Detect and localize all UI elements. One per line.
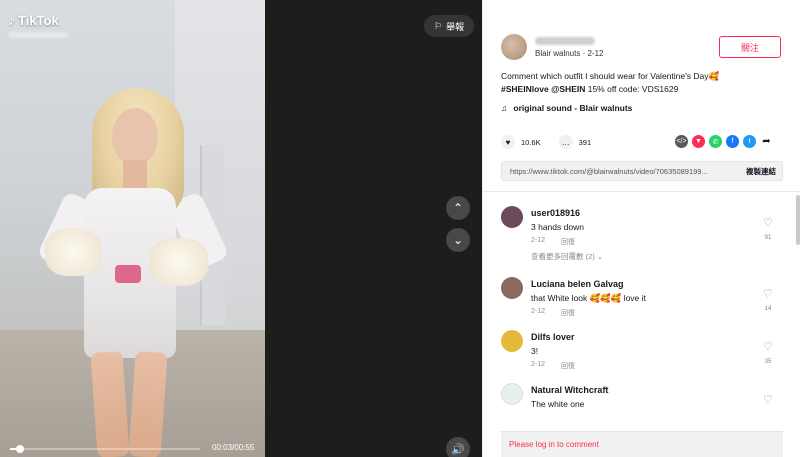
caption-line-2: 15% off code: VDS1629: [585, 84, 679, 94]
copy-link-button[interactable]: 複製連結: [746, 166, 776, 177]
report-label: 舉報: [446, 21, 465, 32]
comment-item: Natural Witchcraft The white one ♡: [501, 375, 791, 416]
comment-item: Luciana belen Galvag that White look 🥰🥰🥰…: [501, 269, 791, 322]
comment-like-count: 14: [764, 305, 772, 312]
chevron-up-icon: ⌃: [452, 201, 464, 215]
previous-video-button[interactable]: ⌃: [446, 196, 470, 220]
tiktok-note-icon: ♪: [8, 12, 15, 28]
commenter-name[interactable]: Dilfs lover: [531, 332, 575, 342]
progress-knob[interactable]: [15, 445, 24, 453]
comment-like-count: 91: [764, 234, 772, 241]
like-count: 10.6K: [521, 137, 541, 147]
share-buttons: </> ▼ ✆ f t ➦: [675, 135, 773, 148]
forward-icon[interactable]: ➦: [760, 135, 773, 148]
login-to-comment-prompt[interactable]: Please log in to comment: [501, 431, 783, 457]
comment-text: that White look 🥰🥰🥰 love it: [531, 293, 646, 303]
video-player[interactable]: ♪ TikTok ⚐ 舉報 ⌃ ⌄ 00:03/00:55 🔊: [0, 0, 482, 457]
chevron-down-icon: ⌄: [452, 233, 464, 247]
reply-button[interactable]: 回復: [561, 361, 575, 371]
hashtag-link[interactable]: #SHEINlove: [501, 84, 549, 94]
comment-text: 3!: [531, 346, 539, 356]
chevron-down-icon: ⌄: [596, 252, 604, 261]
comment-item: Dilfs lover 3! 2-12 回復 ♡ 35: [501, 322, 791, 375]
author-avatar[interactable]: [501, 34, 527, 60]
view-more-replies[interactable]: 查看更多回覆數 (2) ⌄: [531, 251, 791, 269]
video-frame[interactable]: [0, 0, 265, 457]
reply-button[interactable]: 回復: [561, 308, 575, 318]
speaker-icon: 🔊: [451, 443, 465, 456]
embed-icon[interactable]: </>: [675, 135, 688, 148]
author-info[interactable]: Blair walnuts · 2-12: [501, 34, 603, 60]
commenter-name[interactable]: Natural Witchcraft: [531, 385, 608, 395]
commenter-avatar[interactable]: [501, 383, 523, 405]
like-icon[interactable]: ♥: [501, 135, 515, 149]
comment-like-count: 35: [764, 358, 772, 365]
volume-button[interactable]: 🔊: [446, 437, 470, 457]
comment-date: 2-12: [531, 361, 546, 368]
video-time: 00:03/00:55: [212, 443, 255, 452]
whatsapp-icon[interactable]: ✆: [709, 135, 722, 148]
commenter-name[interactable]: Luciana belen Galvag: [531, 279, 624, 289]
facebook-icon[interactable]: f: [726, 135, 739, 148]
caption-line-1: Comment which outfit I should wear for V…: [501, 71, 720, 81]
music-note-icon: ♫: [501, 103, 508, 113]
report-button[interactable]: ⚐ 舉報: [424, 15, 475, 37]
reply-button[interactable]: 回復: [561, 237, 575, 247]
watermark-handle: [8, 30, 68, 40]
heart-icon[interactable]: ♡: [763, 289, 773, 300]
comment-count: 391: [578, 137, 592, 147]
author-subtitle: Blair walnuts · 2-12: [535, 48, 604, 58]
author-username-blurred[interactable]: [535, 36, 595, 45]
heart-icon[interactable]: ♡: [763, 218, 773, 229]
send-icon[interactable]: ▼: [692, 135, 705, 148]
comment-date: 2-12: [531, 237, 546, 244]
comment-text: The white one: [531, 399, 585, 409]
sound-label: original sound - Blair walnuts: [513, 103, 633, 113]
mention-link[interactable]: @SHEIN: [551, 84, 585, 94]
heart-icon[interactable]: ♡: [763, 395, 773, 406]
commenter-name[interactable]: user018916: [531, 208, 580, 218]
commenter-avatar[interactable]: [501, 206, 523, 228]
comment-list: user018916 3 hands down 2-12 回復 ♡ 91 查看更多回…: [501, 198, 791, 416]
comment-text: 3 hands down: [531, 222, 584, 232]
share-link-box: https://www.tiktok.com/@blairwalnuts/vid…: [501, 161, 783, 181]
tiktok-video-page: ♪ TikTok ⚐ 舉報 ⌃ ⌄ 00:03/00:55 🔊 Blair wa…: [0, 0, 800, 457]
flag-icon: ⚐: [434, 20, 443, 31]
heart-icon[interactable]: ♡: [763, 342, 773, 353]
next-video-button[interactable]: ⌄: [446, 228, 470, 252]
follow-button[interactable]: 關注: [719, 36, 781, 58]
video-caption: Comment which outfit I should wear for V…: [501, 70, 786, 96]
comment-date: 2-12: [531, 308, 546, 315]
brand-name: TikTok: [18, 12, 59, 28]
sound-link[interactable]: ♫ original sound - Blair walnuts: [501, 103, 632, 113]
commenter-avatar[interactable]: [501, 277, 523, 299]
comment-icon[interactable]: …: [558, 135, 573, 149]
engagement-stats: ♥ 10.6K … 391: [501, 135, 591, 149]
twitter-icon[interactable]: t: [743, 135, 756, 148]
comment-item: user018916 3 hands down 2-12 回復 ♡ 91: [501, 198, 791, 251]
video-progress-bar[interactable]: [10, 445, 200, 453]
commenter-avatar[interactable]: [501, 330, 523, 352]
details-panel: Blair walnuts · 2-12 關注 Comment which ou…: [482, 0, 800, 457]
share-link-url[interactable]: https://www.tiktok.com/@blairwalnuts/vid…: [510, 167, 725, 176]
tiktok-logo[interactable]: ♪ TikTok: [8, 12, 59, 28]
comments-scrollbar[interactable]: [796, 195, 800, 245]
